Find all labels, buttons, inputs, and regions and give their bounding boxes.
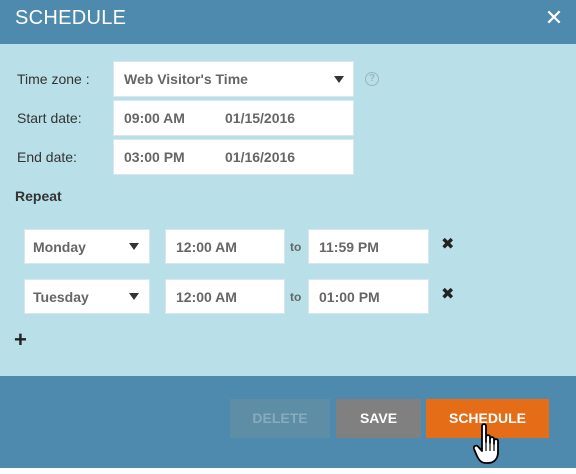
- end-date-label: End date:: [17, 149, 77, 165]
- repeat-from-time-value: 12:00 AM: [176, 288, 237, 305]
- timezone-value: Web Visitor's Time: [124, 71, 248, 87]
- start-date-label: Start date:: [17, 110, 82, 126]
- remove-row-icon[interactable]: ✖: [441, 287, 454, 303]
- repeat-day-value: Tuesday: [33, 288, 89, 305]
- repeat-day-value: Monday: [33, 238, 86, 255]
- chevron-down-icon: [129, 293, 139, 300]
- to-label: to: [290, 290, 302, 304]
- repeat-day-select-monday[interactable]: Monday: [24, 229, 150, 264]
- chevron-down-icon: [129, 243, 139, 250]
- to-label: to: [290, 240, 302, 254]
- help-icon[interactable]: ?: [365, 72, 379, 86]
- start-date-value: 01/15/2016: [225, 110, 296, 126]
- repeat-to-time-value: 01:00 PM: [319, 288, 380, 305]
- repeat-label: Repeat: [15, 188, 62, 204]
- start-datetime-field[interactable]: 09:00 AM 01/15/2016: [113, 100, 354, 136]
- end-datetime-field[interactable]: 03:00 PM 01/16/2016: [113, 139, 354, 175]
- timezone-select[interactable]: Web Visitor's Time: [113, 61, 354, 97]
- timezone-label: Time zone :: [17, 71, 90, 87]
- dialog-header: SCHEDULE ✕: [0, 0, 576, 44]
- schedule-dialog: SCHEDULE ✕ Time zone : Web Visitor's Tim…: [0, 0, 576, 468]
- close-icon[interactable]: ✕: [544, 6, 564, 30]
- repeat-from-time-field[interactable]: 12:00 AM: [165, 229, 285, 264]
- repeat-from-time-value: 12:00 AM: [176, 238, 237, 255]
- repeat-day-select-tuesday[interactable]: Tuesday: [24, 279, 150, 314]
- save-button[interactable]: SAVE: [336, 399, 421, 438]
- hand-cursor-icon: [473, 423, 499, 464]
- add-repeat-icon[interactable]: +: [14, 329, 27, 351]
- repeat-to-time-value: 11:59 PM: [319, 238, 379, 255]
- repeat-from-time-field[interactable]: 12:00 AM: [165, 279, 285, 314]
- start-time-value: 09:00 AM: [124, 110, 185, 126]
- end-time-value: 03:00 PM: [124, 149, 185, 165]
- repeat-to-time-field[interactable]: 11:59 PM: [308, 229, 429, 264]
- chevron-down-icon: [334, 76, 344, 83]
- remove-row-icon[interactable]: ✖: [441, 237, 454, 253]
- end-date-value: 01/16/2016: [225, 149, 296, 165]
- dialog-title: SCHEDULE: [15, 7, 127, 29]
- delete-button[interactable]: DELETE: [230, 399, 330, 438]
- repeat-to-time-field[interactable]: 01:00 PM: [308, 279, 429, 314]
